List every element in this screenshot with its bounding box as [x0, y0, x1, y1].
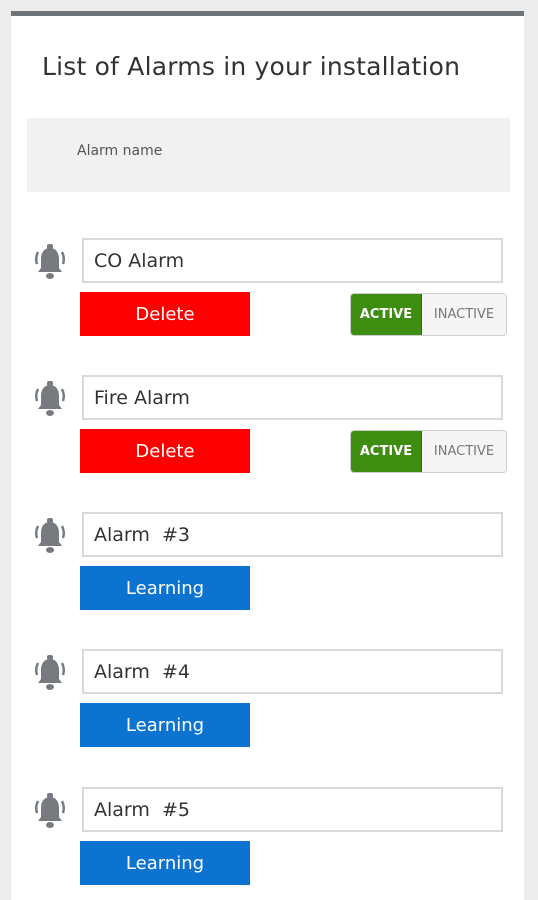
alarm-name-column-header: Alarm name [77, 143, 163, 159]
alarm-bell-icon [34, 655, 66, 690]
alarm-bell-icon [34, 244, 66, 279]
alarm-bell-icon [34, 793, 66, 828]
table-header: Alarm name [27, 118, 510, 192]
alarm-bell-icon [34, 518, 66, 553]
active-inactive-toggle: ACTIVE INACTIVE [350, 293, 507, 336]
page-title: List of Alarms in your installation [42, 52, 461, 81]
toggle-active-option[interactable]: ACTIVE [351, 294, 422, 335]
alarm-name-input[interactable] [82, 649, 503, 694]
learning-button[interactable]: Learning [80, 841, 250, 885]
delete-button[interactable]: Delete [80, 429, 250, 473]
alarm-list-panel: List of Alarms in your installation Alar… [11, 11, 524, 900]
toggle-active-option[interactable]: ACTIVE [351, 431, 422, 472]
toggle-inactive-option[interactable]: INACTIVE [422, 294, 506, 335]
toggle-inactive-option[interactable]: INACTIVE [422, 431, 506, 472]
learning-button[interactable]: Learning [80, 566, 250, 610]
learning-button[interactable]: Learning [80, 703, 250, 747]
alarm-name-input[interactable] [82, 238, 503, 283]
delete-button[interactable]: Delete [80, 292, 250, 336]
alarm-name-input[interactable] [82, 787, 503, 832]
active-inactive-toggle: ACTIVE INACTIVE [350, 430, 507, 473]
alarm-name-input[interactable] [82, 375, 503, 420]
alarm-bell-icon [34, 381, 66, 416]
alarm-name-input[interactable] [82, 512, 503, 557]
